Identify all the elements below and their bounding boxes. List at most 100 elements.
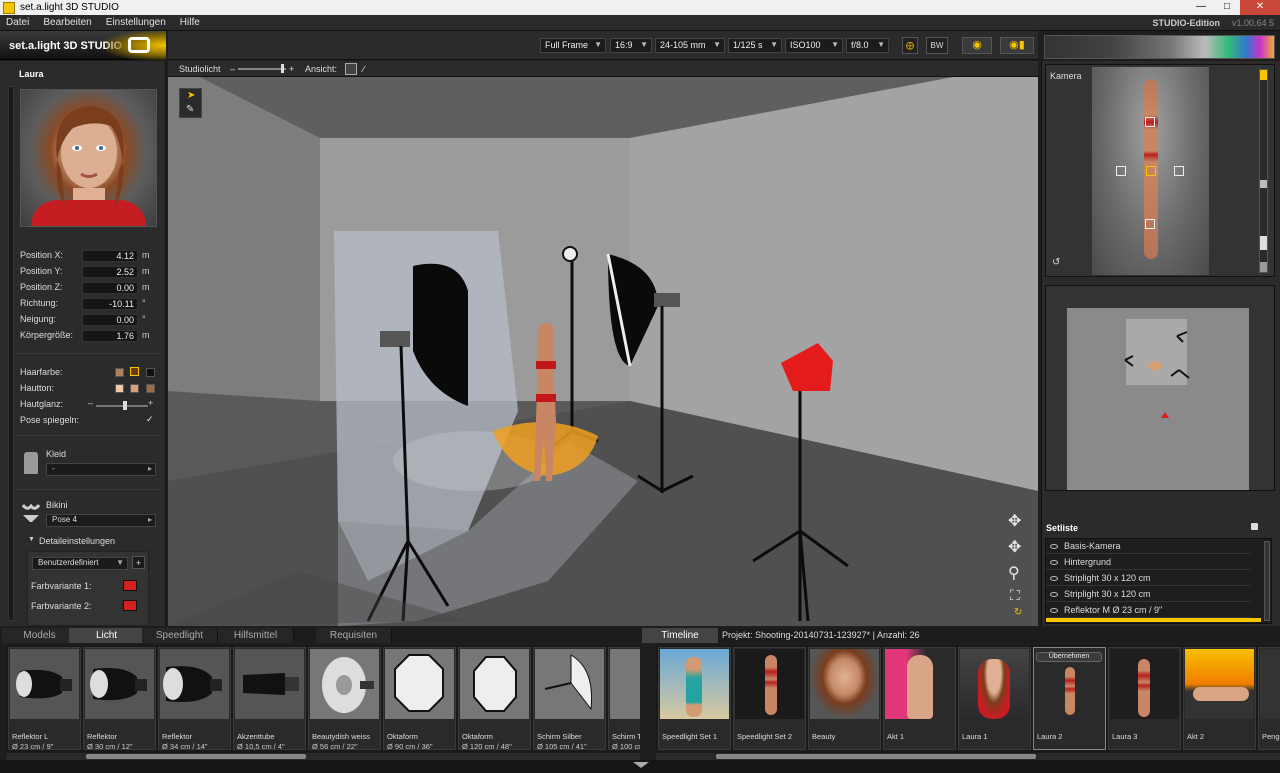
checkmark-icon[interactable]: ✓ bbox=[146, 414, 154, 425]
minus-icon[interactable]: – bbox=[88, 398, 93, 408]
focus-point-active[interactable] bbox=[1146, 166, 1156, 176]
hair-color-swatch[interactable] bbox=[146, 368, 155, 377]
farbvariante1-color[interactable] bbox=[123, 580, 137, 591]
timeline-item[interactable]: Akt 1 bbox=[883, 647, 956, 750]
menu-hilfe[interactable]: Hilfe bbox=[174, 17, 208, 28]
farbvariante2-color[interactable] bbox=[123, 600, 137, 611]
light-card[interactable]: Oktaform Ø 120 cm / 48" bbox=[458, 647, 531, 751]
select-arrow-icon[interactable]: ➤ bbox=[187, 90, 195, 101]
light-card[interactable]: Akzenttube Ø 10,5 cm / 4" bbox=[233, 647, 306, 751]
timeline-scrollbar[interactable] bbox=[656, 753, 1280, 760]
collapse-arrow-icon[interactable]: ▼ bbox=[28, 536, 35, 543]
zoom-scrollbar[interactable] bbox=[1259, 69, 1268, 273]
line-tool-icon[interactable]: ∕ bbox=[363, 64, 365, 74]
left-panel-scrollbar[interactable] bbox=[8, 86, 14, 621]
collapse-panel-icon[interactable] bbox=[633, 762, 649, 768]
camera-series-icon[interactable]: ◉▮ bbox=[1000, 37, 1034, 54]
zoom-slider-handle[interactable] bbox=[1260, 236, 1267, 250]
timeline-item[interactable]: Laura 1 bbox=[958, 647, 1031, 750]
reset-view-icon[interactable]: ↻ bbox=[1014, 607, 1022, 618]
timeline-item[interactable]: Beauty bbox=[808, 647, 881, 750]
timeline-item[interactable]: Speedlight Set 2 bbox=[733, 647, 806, 750]
tab-licht[interactable]: Licht bbox=[69, 628, 145, 643]
timeline-item[interactable]: Speedlight Set 1 bbox=[658, 647, 731, 750]
maximize-button[interactable]: □ bbox=[1214, 0, 1240, 15]
tab-speedlight[interactable]: Speedlight bbox=[142, 628, 218, 643]
rotate-preview-icon[interactable]: ↺ bbox=[1052, 257, 1060, 268]
iso-dropdown[interactable]: ISO100 ▼ bbox=[785, 38, 843, 53]
format-dropdown[interactable]: Full Frame ▼ bbox=[540, 38, 606, 53]
setlist-item[interactable]: Basis-Kamera bbox=[1046, 539, 1251, 554]
minus-icon[interactable]: – bbox=[230, 64, 235, 74]
light-card[interactable]: Schirm T Ø 100 cm bbox=[608, 647, 640, 751]
orbit-icon[interactable]: ✥ bbox=[1008, 511, 1021, 531]
tab-requisiten[interactable]: Requisiten bbox=[316, 628, 392, 643]
setlist-item[interactable]: Striplight 30 x 120 cm bbox=[1046, 571, 1251, 586]
setlist-item[interactable]: Striplight 30 x 120 cm bbox=[1046, 587, 1251, 602]
skin-tone-swatch[interactable] bbox=[130, 384, 139, 393]
ubernehmen-button[interactable]: Übernehmen bbox=[1036, 652, 1102, 662]
position-y-input[interactable]: 2.52 bbox=[82, 266, 138, 278]
richtung-input[interactable]: -10.11 bbox=[82, 298, 138, 310]
zoom-out-icon[interactable] bbox=[1260, 262, 1267, 272]
floor-plan[interactable] bbox=[1067, 308, 1249, 490]
tab-timeline[interactable]: Timeline bbox=[642, 628, 718, 643]
setlist-scrollbar[interactable] bbox=[1264, 541, 1270, 621]
position-z-input[interactable]: 0.00 bbox=[82, 282, 138, 294]
hair-color-swatch[interactable] bbox=[115, 368, 124, 377]
skin-tone-swatch[interactable] bbox=[146, 384, 155, 393]
timeline-item[interactable]: Laura 3 bbox=[1108, 647, 1181, 750]
hair-color-swatch-selected[interactable] bbox=[130, 367, 139, 376]
focus-point[interactable] bbox=[1116, 166, 1126, 176]
setlist-item[interactable]: Hintergrund bbox=[1046, 555, 1251, 570]
eye-icon[interactable] bbox=[1050, 544, 1058, 549]
light-card[interactable]: Reflektor Ø 34 cm / 14" bbox=[158, 647, 231, 751]
bw-button[interactable]: BW bbox=[926, 37, 948, 54]
lights-scroll-thumb[interactable] bbox=[86, 754, 306, 759]
neigung-input[interactable]: 0.00 bbox=[82, 314, 138, 326]
skin-tone-swatch[interactable] bbox=[115, 384, 124, 393]
studio-3d-viewport[interactable]: Studiolicht – + Ansicht: ∕ ➤ ✎ ✥ ✥ ⚲ ⛶ ↻ bbox=[168, 61, 1038, 626]
camera-shot-icon[interactable]: ◉ bbox=[962, 37, 992, 54]
studio-scene[interactable] bbox=[168, 61, 1038, 626]
zoom-in-icon[interactable] bbox=[1260, 70, 1267, 80]
aperture-dropdown[interactable]: f/8.0 ▼ bbox=[846, 38, 889, 53]
studiolicht-slider[interactable] bbox=[238, 68, 286, 70]
focus-point[interactable] bbox=[1145, 219, 1155, 229]
tab-hilfsmittel[interactable]: Hilfsmittel bbox=[218, 628, 294, 643]
pan-icon[interactable]: ✥ bbox=[1008, 537, 1021, 557]
tab-models[interactable]: Models bbox=[2, 628, 78, 643]
fit-view-icon[interactable]: ⛶ bbox=[1010, 587, 1020, 604]
lights-scrollbar[interactable] bbox=[6, 753, 640, 760]
position-x-input[interactable]: 4.12 bbox=[82, 250, 138, 262]
timeline-scroll-thumb[interactable] bbox=[716, 754, 1036, 759]
minimize-button[interactable]: — bbox=[1188, 0, 1214, 15]
light-card[interactable]: Beautydish weiss Ø 56 cm / 22" bbox=[308, 647, 381, 751]
koerpergroesse-input[interactable]: 1.76 bbox=[82, 330, 138, 342]
lens-dropdown[interactable]: 24-105 mm ▼ bbox=[655, 38, 725, 53]
timeline-item-selected[interactable]: Übernehmen Laura 2 bbox=[1033, 647, 1106, 750]
timeline-item[interactable]: Akt 2 bbox=[1183, 647, 1256, 750]
bikini-dropdown[interactable]: Pose 4 ▸ bbox=[46, 514, 156, 527]
focus-crosshair-icon[interactable]: ⨁ bbox=[902, 37, 918, 54]
detaileinstellungen-label[interactable]: Detaileinstellungen bbox=[39, 536, 115, 546]
eye-icon[interactable] bbox=[1050, 560, 1058, 565]
eye-icon[interactable] bbox=[1050, 608, 1058, 613]
plus-icon[interactable]: + bbox=[289, 64, 294, 74]
lock-icon[interactable] bbox=[1251, 523, 1258, 530]
hautglanz-slider-handle[interactable] bbox=[122, 401, 127, 410]
light-card[interactable]: Schirm Silber Ø 105 cm / 41" bbox=[533, 647, 606, 751]
studiolicht-slider-handle[interactable] bbox=[281, 64, 284, 73]
light-card[interactable]: Oktaform Ø 90 cm / 36" bbox=[383, 647, 456, 751]
focus-point[interactable] bbox=[1174, 166, 1184, 176]
menu-einstellungen[interactable]: Einstellungen bbox=[100, 17, 174, 28]
measure-tool-icon[interactable]: ✎ bbox=[186, 104, 194, 115]
add-preset-button[interactable]: + bbox=[132, 556, 145, 569]
eye-icon[interactable] bbox=[1050, 576, 1058, 581]
detail-preset-dropdown[interactable]: Benutzerdefiniert ▼ bbox=[32, 557, 128, 570]
kleid-dropdown[interactable]: - ▸ bbox=[46, 463, 156, 476]
eye-icon[interactable] bbox=[1050, 592, 1058, 597]
camera-preview[interactable] bbox=[1092, 67, 1209, 275]
timeline-item[interactable]: Peng bbox=[1258, 647, 1280, 750]
ratio-dropdown[interactable]: 16:9 ▼ bbox=[610, 38, 652, 53]
